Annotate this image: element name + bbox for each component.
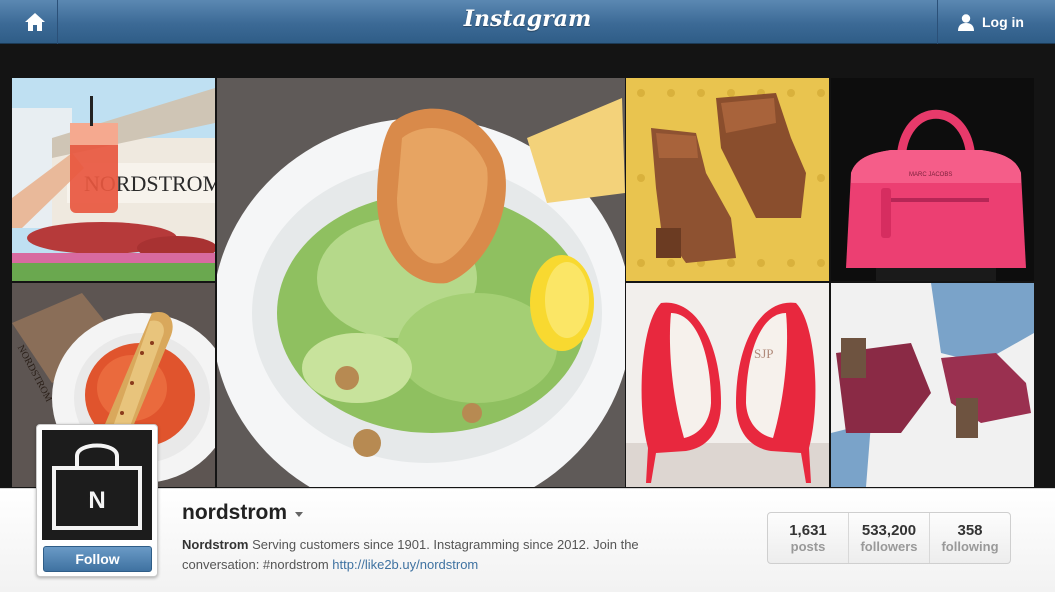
top-bar: Instagram Log in [0,0,1055,44]
bio-link[interactable]: http://like2b.uy/nordstrom [332,557,478,572]
stat-posts[interactable]: 1,631 posts [768,513,848,563]
photo-mosaic: NORDSTROM MARC JACOBS NORDSTROM SJP [12,78,1034,487]
stat-following[interactable]: 358 following [929,513,1010,563]
avatar[interactable]: N [42,430,152,540]
username[interactable]: nordstrom [182,501,303,525]
stat-followers[interactable]: 533,200 followers [848,513,929,563]
profile-stats: 1,631 posts 533,200 followers 358 follow… [767,512,1011,564]
stat-followers-value: 533,200 [861,522,917,539]
avatar-letter: N [88,487,105,514]
profile-bio: Nordstrom Serving customers since 1901. … [182,535,702,575]
stat-following-value: 358 [957,522,983,539]
bio-name: Nordstrom [182,537,249,552]
photo-drink-storefront[interactable]: NORDSTROM [12,78,215,281]
chevron-down-icon[interactable] [295,512,303,517]
avatar-card: N Follow [36,424,158,577]
stat-posts-label: posts [790,539,826,554]
photo-burgundy-booties[interactable] [831,283,1034,487]
home-button[interactable] [12,0,58,44]
username-text: nordstrom [182,501,287,524]
home-icon [24,13,45,31]
login-label: Log in [982,14,1024,30]
stat-followers-label: followers [860,539,918,554]
login-button[interactable]: Log in [937,0,1043,44]
photo-brown-boots[interactable] [626,78,829,281]
follow-button[interactable]: Follow [43,546,152,572]
stat-posts-value: 1,631 [789,522,827,539]
photo-red-heels[interactable]: SJP [626,283,829,487]
insole-text: SJP [754,346,774,361]
stat-following-label: following [941,539,999,554]
photo-pink-handbag[interactable]: MARC JACOBS [831,78,1034,281]
user-icon [958,14,974,31]
photo-caesar-salad[interactable] [217,78,625,487]
handbag-tag-text: MARC JACOBS [909,172,952,178]
shopping-bag-icon: N [42,430,152,540]
instagram-logo[interactable]: Instagram [0,6,1055,32]
